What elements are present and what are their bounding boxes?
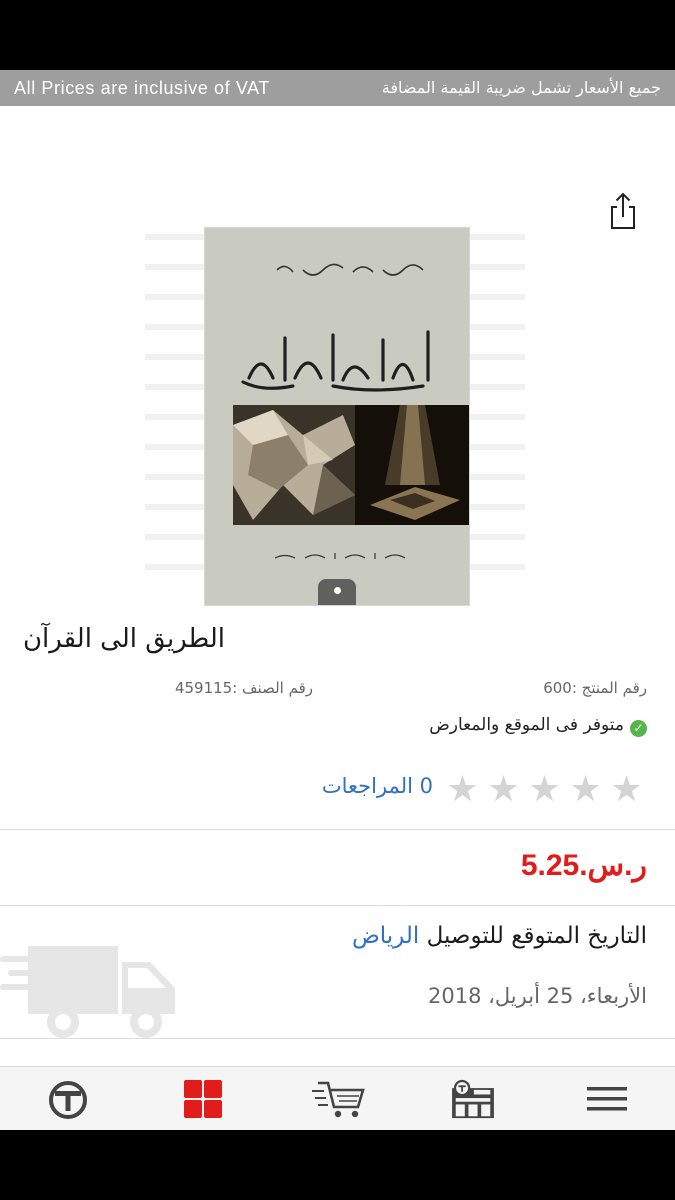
screen: All Prices are inclusive of VAT جميع الأ… — [0, 0, 675, 1200]
cover-light-book-photo — [355, 405, 469, 525]
tab-categories[interactable] — [181, 1079, 225, 1119]
carousel-page-indicator[interactable] — [318, 579, 356, 605]
delivery-date: الأربعاء، 25 أبريل، 2018 — [428, 984, 647, 1008]
divider — [0, 1038, 675, 1039]
star-icon[interactable]: ★ — [524, 770, 565, 810]
cart-icon — [312, 1081, 365, 1118]
stores-icon — [452, 1079, 494, 1119]
cover-crumpled-paper-photo — [233, 405, 355, 525]
home-indicator-area — [0, 1130, 675, 1200]
cover-author-calligraphy — [276, 263, 424, 276]
star-icon[interactable]: ★ — [606, 770, 647, 810]
cover-title-calligraphy — [241, 330, 430, 392]
delivery-label-text: التاريخ المتوقع للتوصيل — [426, 923, 647, 949]
share-icon — [611, 192, 635, 229]
rating-stars[interactable]: ★ ★ ★ ★ ★ — [442, 770, 647, 810]
reviews-link[interactable]: 0 المراجعات — [322, 774, 433, 798]
product-image[interactable] — [205, 228, 469, 605]
availability-text: متوفر فى الموقع والمعارض — [429, 715, 624, 735]
product-category-number: رقم الصنف :459115 — [174, 679, 313, 697]
tab-cart[interactable] — [312, 1079, 365, 1119]
cover-publisher-calligraphy — [274, 553, 406, 559]
carousel-dot-active — [334, 587, 341, 594]
delivery-estimate-label: التاريخ المتوقع للتوصيل الرياض — [352, 923, 647, 949]
star-icon[interactable]: ★ — [565, 770, 606, 810]
bottom-tab-bar — [0, 1066, 675, 1131]
star-icon[interactable]: ★ — [442, 770, 483, 810]
status-bar-area — [0, 0, 675, 70]
divider — [0, 905, 675, 906]
tab-stores[interactable] — [448, 1079, 494, 1119]
menu-icon — [587, 1087, 627, 1111]
vat-notice-bar: All Prices are inclusive of VAT جميع الأ… — [0, 70, 675, 106]
divider — [0, 829, 675, 830]
availability-status: ✓ متوفر فى الموقع والمعارض — [429, 715, 647, 737]
check-circle-icon: ✓ — [630, 720, 647, 737]
delivery-truck-icon — [0, 946, 175, 1038]
product-sku: رقم المنتج :600 — [543, 679, 647, 697]
share-button[interactable] — [606, 191, 640, 231]
product-title: الطريق الى القرآن — [22, 624, 225, 654]
categories-grid-icon — [184, 1080, 222, 1118]
tab-home[interactable] — [46, 1079, 90, 1119]
vat-notice-english: All Prices are inclusive of VAT — [14, 78, 271, 98]
product-price: ر.س.5.25 — [520, 849, 647, 882]
vat-notice-arabic: جميع الأسعار تشمل ضريبة القيمة المضافة — [381, 78, 661, 97]
delivery-city-link[interactable]: الرياض — [352, 923, 419, 949]
star-icon[interactable]: ★ — [483, 770, 524, 810]
tab-menu[interactable] — [585, 1079, 629, 1119]
product-detail: الطريق الى القرآن رقم المنتج :600 رقم ال… — [0, 106, 675, 1066]
logo-icon — [49, 1081, 87, 1119]
